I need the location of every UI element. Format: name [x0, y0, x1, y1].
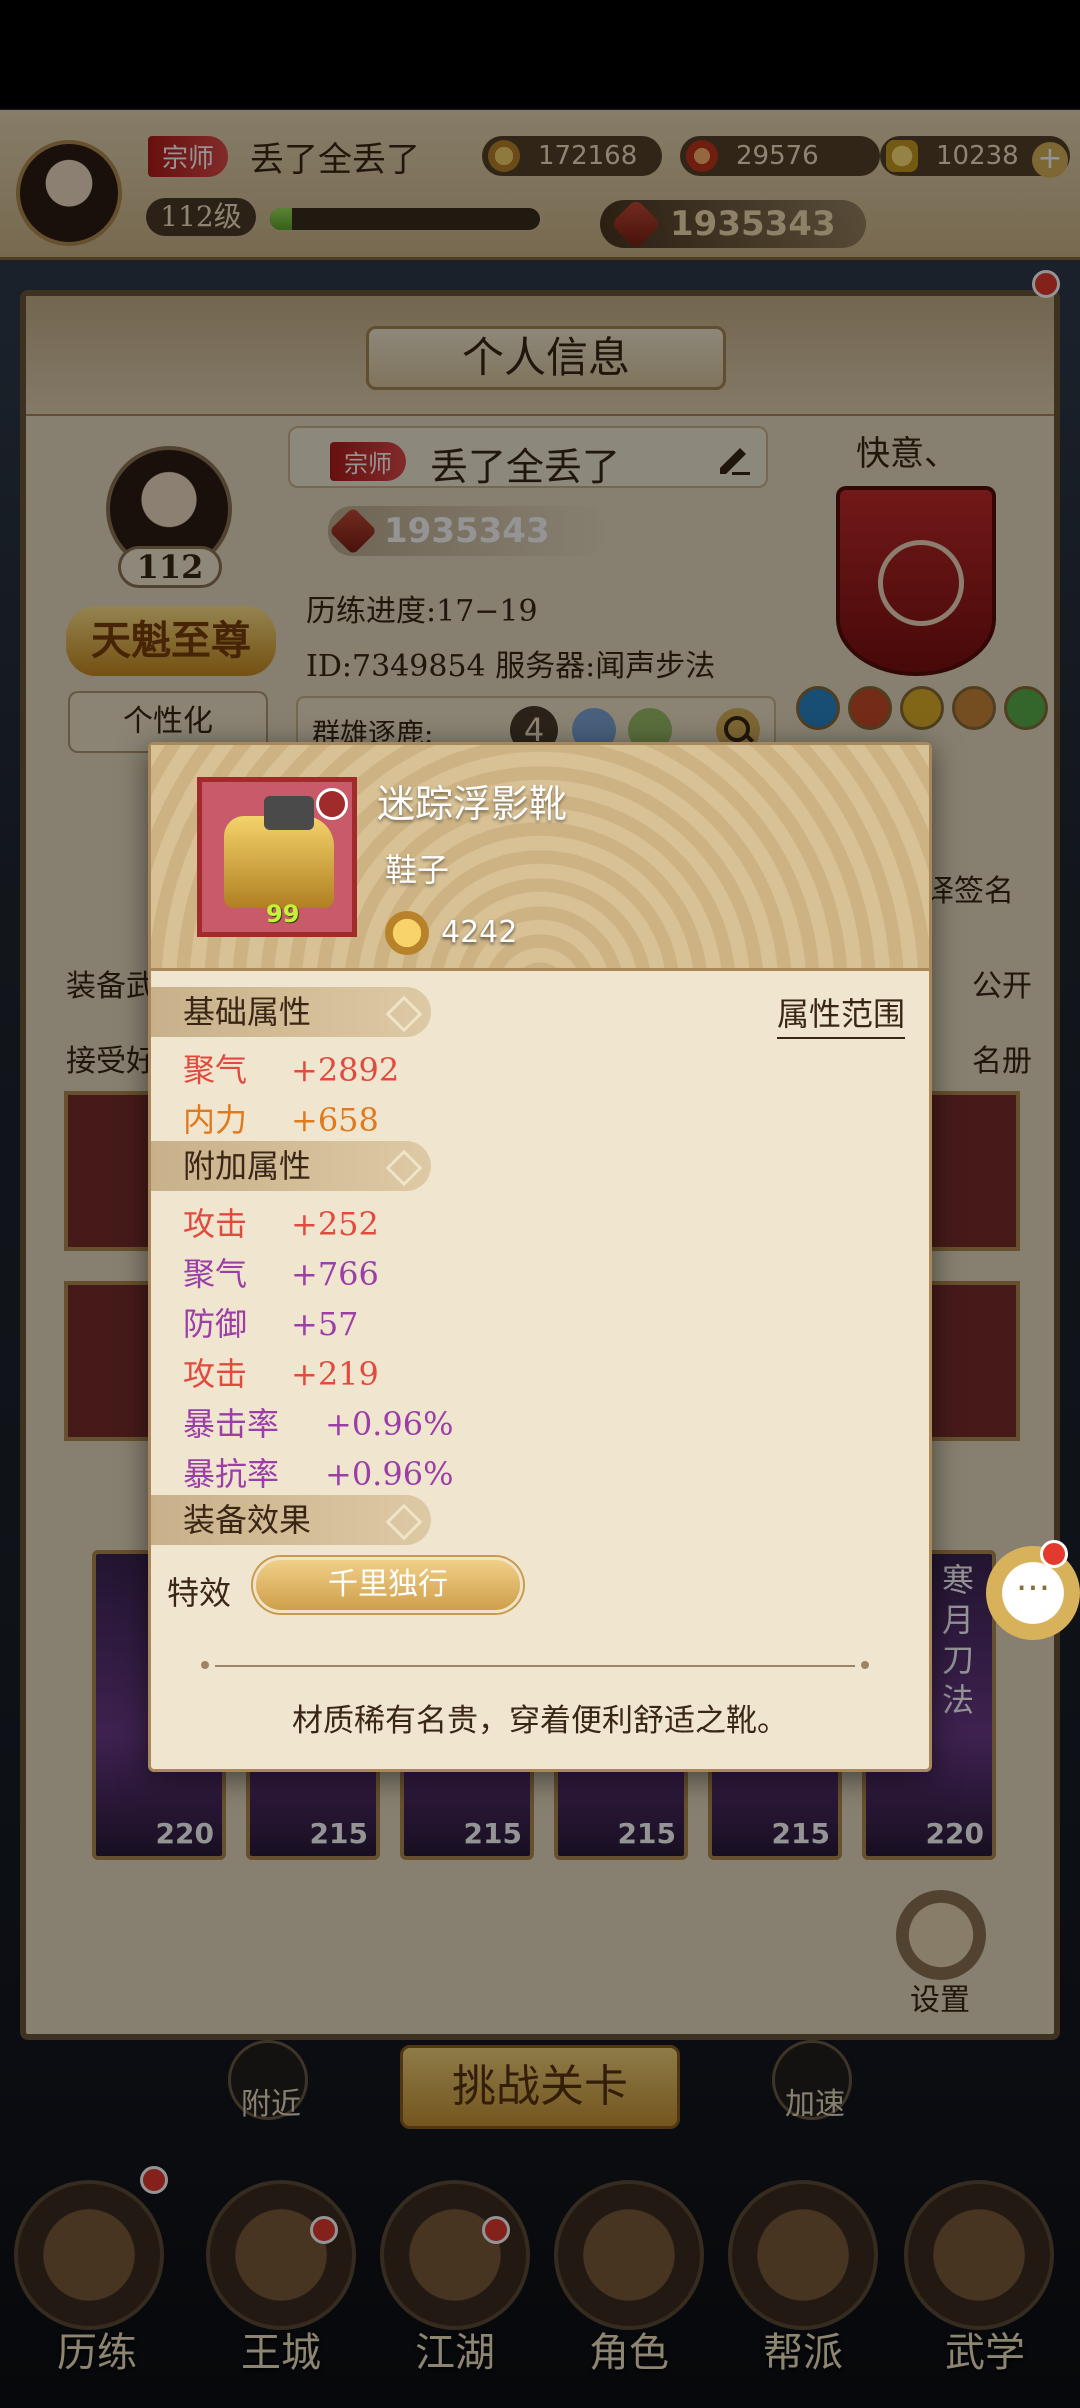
item-detail-popup: 99 迷踪浮影靴 鞋子 4242 基础属性 属性范围 聚气 +2892 内力 +65…: [148, 742, 932, 1772]
base-attrs-title: 基础属性: [151, 987, 431, 1037]
attr-row: 攻击 +219: [183, 1355, 379, 1393]
attr-row: 内力 +658: [183, 1101, 379, 1139]
attr-row: 攻击 +252: [183, 1205, 379, 1243]
item-type: 鞋子: [385, 851, 450, 889]
item-header: 99 迷踪浮影靴 鞋子 4242: [151, 745, 929, 971]
power-icon: [385, 911, 429, 955]
extra-attrs-title: 附加属性: [151, 1141, 431, 1191]
effect-title: 装备效果: [151, 1495, 431, 1545]
attr-row: 聚气 +2892: [183, 1051, 400, 1089]
notification-dot: [1040, 1540, 1068, 1568]
attr-row: 暴击率 +0.96%: [183, 1405, 454, 1443]
item-level: 99: [266, 900, 300, 928]
attr-range-link[interactable]: 属性范围: [776, 989, 905, 1039]
attr-row: 防御 +57: [183, 1305, 359, 1343]
effect-label: 特效: [167, 1574, 232, 1612]
item-description: 材质稀有名贵，穿着便利舒适之靴。: [292, 1703, 788, 1739]
divider: [201, 1661, 869, 1669]
attr-row: 聚气 +766: [183, 1255, 379, 1293]
item-name: 迷踪浮影靴: [377, 782, 568, 826]
attr-row: 暴抗率 +0.96%: [183, 1455, 454, 1493]
effect-button[interactable]: 千里独行: [253, 1557, 523, 1613]
quality-star-icon: [316, 788, 348, 820]
item-power: 4242: [441, 915, 518, 950]
boots-icon: 99: [197, 777, 357, 937]
boot-graphic: [224, 796, 334, 908]
